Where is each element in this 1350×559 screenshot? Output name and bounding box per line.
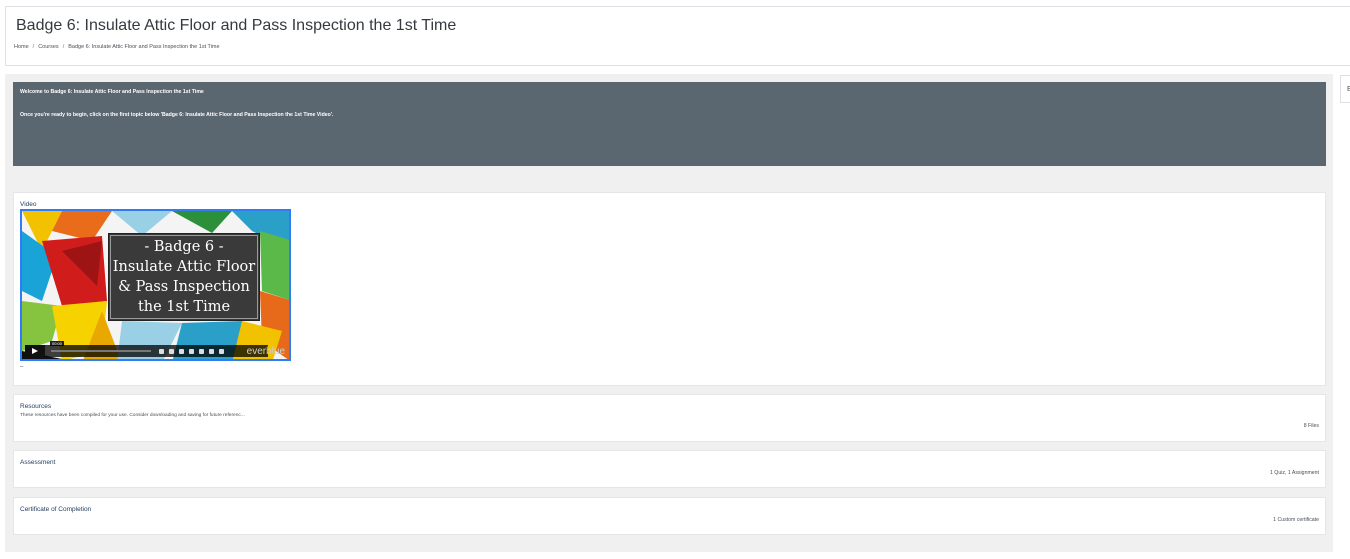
breadcrumb-courses[interactable]: Courses [38, 44, 58, 50]
video-player[interactable]: - Badge 6 - Insulate Attic Floor & Pass … [20, 209, 291, 361]
section-title-video[interactable]: Video [20, 201, 37, 208]
section-title-assessment[interactable]: Assessment [20, 459, 55, 466]
transcript-icon[interactable] [179, 348, 184, 354]
control-icons [159, 348, 224, 354]
section-description-resources: These resources have been compiled for y… [20, 413, 245, 418]
play-icon [32, 348, 38, 354]
page-title: Badge 6: Insulate Attic Floor and Pass I… [16, 17, 457, 34]
video-progress-bar[interactable] [51, 350, 151, 352]
title-card-line: Insulate Attic Floor [112, 259, 256, 275]
video-title-card: - Badge 6 - Insulate Attic Floor & Pass … [108, 233, 260, 321]
welcome-instructions: Once you're ready to begin, click on the… [20, 112, 334, 118]
section-title-certificate[interactable]: Certificate of Completion [20, 506, 91, 513]
section-assessment: Assessment 1 Quiz, 1 Assignment [13, 450, 1326, 488]
settings-gear-icon[interactable] [189, 348, 194, 354]
title-card-line: & Pass Inspection [118, 279, 250, 295]
fullscreen-icon[interactable] [219, 348, 224, 354]
picture-in-picture-icon[interactable] [209, 348, 214, 354]
breadcrumb: Home / Courses / Badge 6: Insulate Attic… [14, 44, 220, 50]
section-resources: Resources These resources have been comp… [13, 394, 1326, 442]
title-card-line: the 1st Time [137, 299, 231, 315]
captions-icon[interactable] [169, 348, 174, 354]
welcome-banner: Welcome to Badge 6: Insulate Attic Floor… [13, 82, 1326, 166]
play-button[interactable] [25, 345, 45, 357]
breadcrumb-current-course[interactable]: Badge 6: Insulate Attic Floor and Pass I… [68, 44, 219, 50]
section-summary-certificate: 1 Custom certificate [1273, 517, 1319, 523]
breadcrumb-home[interactable]: Home [14, 44, 29, 50]
section-summary-assessment: 1 Quiz, 1 Assignment [1269, 470, 1319, 476]
welcome-line: Welcome to Badge 6: Insulate Attic Floor… [20, 89, 204, 95]
video-controls [25, 345, 268, 357]
section-title-resources[interactable]: Resources [20, 403, 51, 410]
volume-icon[interactable] [159, 348, 164, 354]
section-video: Video - Badge 6 - Insulate Attic Floor &… [13, 192, 1326, 386]
cast-icon[interactable] [199, 348, 204, 354]
title-card-line: - Badge 6 - [144, 239, 224, 255]
section-summary-resources: 8 Files [1303, 423, 1319, 429]
brand-watermark: everblue [246, 346, 285, 357]
video-caption: – [20, 364, 24, 370]
page-header: Badge 6: Insulate Attic Floor and Pass I… [5, 6, 1350, 66]
block-drawer-toggle[interactable]: E [1340, 75, 1350, 103]
breadcrumb-separator: / [62, 44, 65, 50]
section-certificate: Certificate of Completion 1 Custom certi… [13, 497, 1326, 535]
course-content: Welcome to Badge 6: Insulate Attic Floor… [5, 74, 1333, 552]
breadcrumb-separator: / [32, 44, 35, 50]
